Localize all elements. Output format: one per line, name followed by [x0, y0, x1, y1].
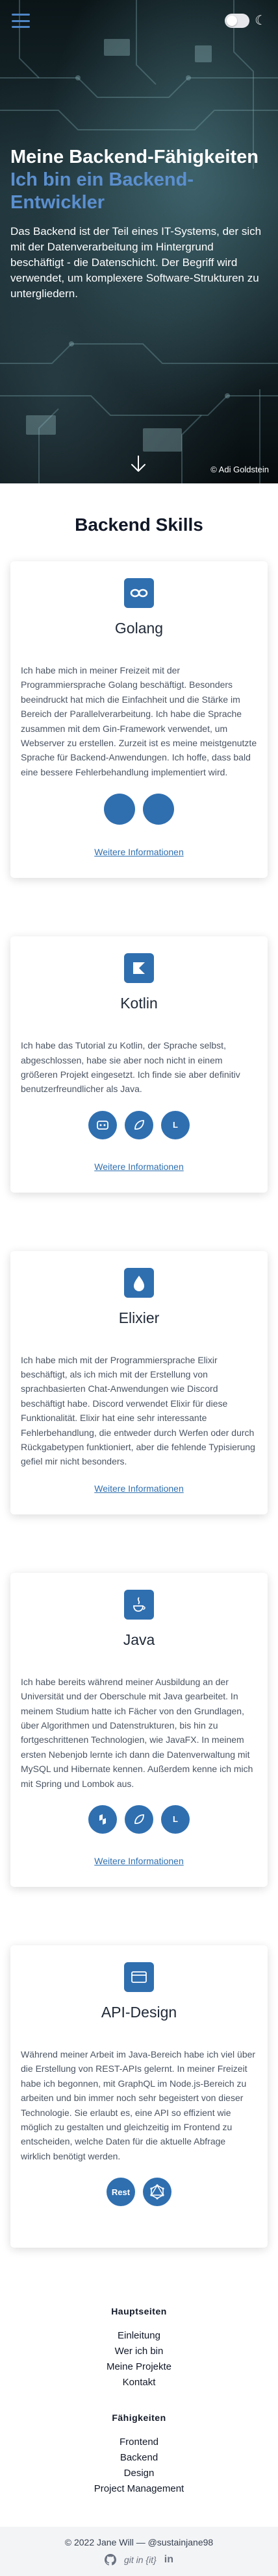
skill-description: Ich habe mich mit der Programmiersprache… — [21, 1354, 255, 1467]
go-icon — [124, 578, 154, 608]
skill-card-java: Java Ich habe bereits während meiner Aus… — [10, 1572, 268, 1887]
tech-icons: L — [21, 1110, 257, 1139]
tech-icons: L — [21, 1804, 257, 1834]
tech-icons — [21, 794, 257, 825]
more-info-link[interactable]: Weitere Informationen — [94, 1856, 183, 1866]
copyright: © 2022 Jane Will — @sustainjane98 — [64, 2537, 214, 2548]
skill-description: Ich habe mich in meiner Freizeit mit der… — [21, 665, 257, 777]
linkedin-icon[interactable]: in — [164, 2554, 173, 2566]
theme-switch[interactable] — [225, 14, 250, 28]
tech-icons: Rest — [21, 2178, 257, 2207]
rest-icon: Rest — [107, 2178, 135, 2207]
graphql-icon — [143, 2178, 171, 2207]
java-icon — [124, 1589, 154, 1620]
more-info-link[interactable]: Weitere Informationen — [94, 847, 183, 857]
more-info-link[interactable]: Weitere Informationen — [94, 1483, 183, 1494]
hero-section: ☾ Meine Backend-Fähigkeiten Ich bin ein … — [0, 0, 278, 483]
gin-icon — [104, 794, 135, 825]
api-icon — [124, 1962, 154, 1992]
navbar: ☾ — [0, 0, 278, 42]
footer-link-kontakt[interactable]: Kontakt — [10, 2375, 268, 2390]
hero-subtitle: Ich bin ein Backend-Entwickler — [10, 169, 194, 213]
skill-description: Ich habe das Tutorial zu Kotlin, der Spr… — [21, 1040, 240, 1095]
more-info-link[interactable]: Weitere Informationen — [94, 1161, 183, 1172]
kotlin-icon — [124, 953, 154, 984]
footer-link-backend[interactable]: Backend — [10, 2450, 268, 2466]
footer-skill-links: Frontend Backend Design Project Manageme… — [10, 2435, 268, 2497]
skill-card-api-design: API-Design Während meiner Arbeit im Java… — [10, 1945, 268, 2248]
hero-title: Meine Backend-Fähigkeiten — [10, 147, 259, 167]
skill-name: Elixier — [118, 1309, 160, 1326]
footer-link-project-management[interactable]: Project Management — [10, 2481, 268, 2497]
skill-description: Während meiner Arbeit im Java-Bereich ha… — [21, 2048, 256, 2161]
footer-link-design[interactable]: Design — [10, 2466, 268, 2481]
footer-link-projekte[interactable]: Meine Projekte — [10, 2359, 268, 2375]
footer-main-links: Einleitung Wer ich bin Meine Projekte Ko… — [10, 2328, 268, 2390]
arrow-down-icon[interactable] — [129, 454, 148, 474]
spring-icon — [125, 1804, 153, 1834]
photo-credit: © Adi Goldstein — [210, 465, 269, 474]
footer: Hauptseiten Einleitung Wer ich bin Meine… — [0, 2293, 278, 2527]
footer-heading-skills: Fähigkeiten — [112, 2412, 166, 2424]
skill-name: Golang — [114, 620, 164, 637]
gitin-link[interactable]: git in {it} — [124, 2555, 157, 2565]
footer-link-wer-ich-bin[interactable]: Wer ich bin — [10, 2344, 268, 2359]
lombok-icon: L — [161, 1804, 190, 1834]
skill-card-golang: Golang Ich habe mich in meiner Freizeit … — [10, 561, 268, 879]
social-links: git in {it} in — [0, 2554, 278, 2566]
github-icon[interactable] — [104, 2554, 116, 2566]
moon-icon: ☾ — [255, 14, 266, 28]
bottom-bar: © 2022 Jane Will — @sustainjane98 git in… — [0, 2527, 278, 2576]
menu-icon[interactable] — [12, 14, 30, 28]
spring-icon — [125, 1110, 153, 1139]
hero-text: Meine Backend-Fähigkeiten Ich bin ein Ba… — [10, 146, 268, 301]
gin-icon — [143, 794, 174, 825]
hero-description: Das Backend ist der Teil eines IT-System… — [10, 225, 262, 300]
android-icon — [88, 1110, 117, 1139]
lombok-icon: L — [161, 1110, 190, 1139]
footer-link-einleitung[interactable]: Einleitung — [10, 2328, 268, 2344]
skill-name: API-Design — [101, 2003, 177, 2021]
skill-name: Kotlin — [120, 995, 158, 1012]
theme-toggle[interactable]: ☾ — [225, 14, 266, 28]
skill-card-elixier: Elixier Ich habe mich mit der Programmie… — [10, 1250, 268, 1514]
section-title: Backend Skills — [75, 515, 203, 535]
skill-name: Java — [123, 1631, 155, 1648]
skill-description: Ich habe bereits während meiner Ausbildu… — [21, 1676, 253, 1789]
footer-link-frontend[interactable]: Frontend — [10, 2435, 268, 2450]
footer-heading-main: Hauptseiten — [111, 2306, 167, 2317]
skill-card-kotlin: Kotlin Ich habe das Tutorial zu Kotlin, … — [10, 936, 268, 1193]
hibernate-icon — [88, 1804, 117, 1834]
drop-icon — [124, 1267, 154, 1298]
skills-section: Backend Skills Golang Ich habe mich in m… — [0, 483, 278, 2293]
